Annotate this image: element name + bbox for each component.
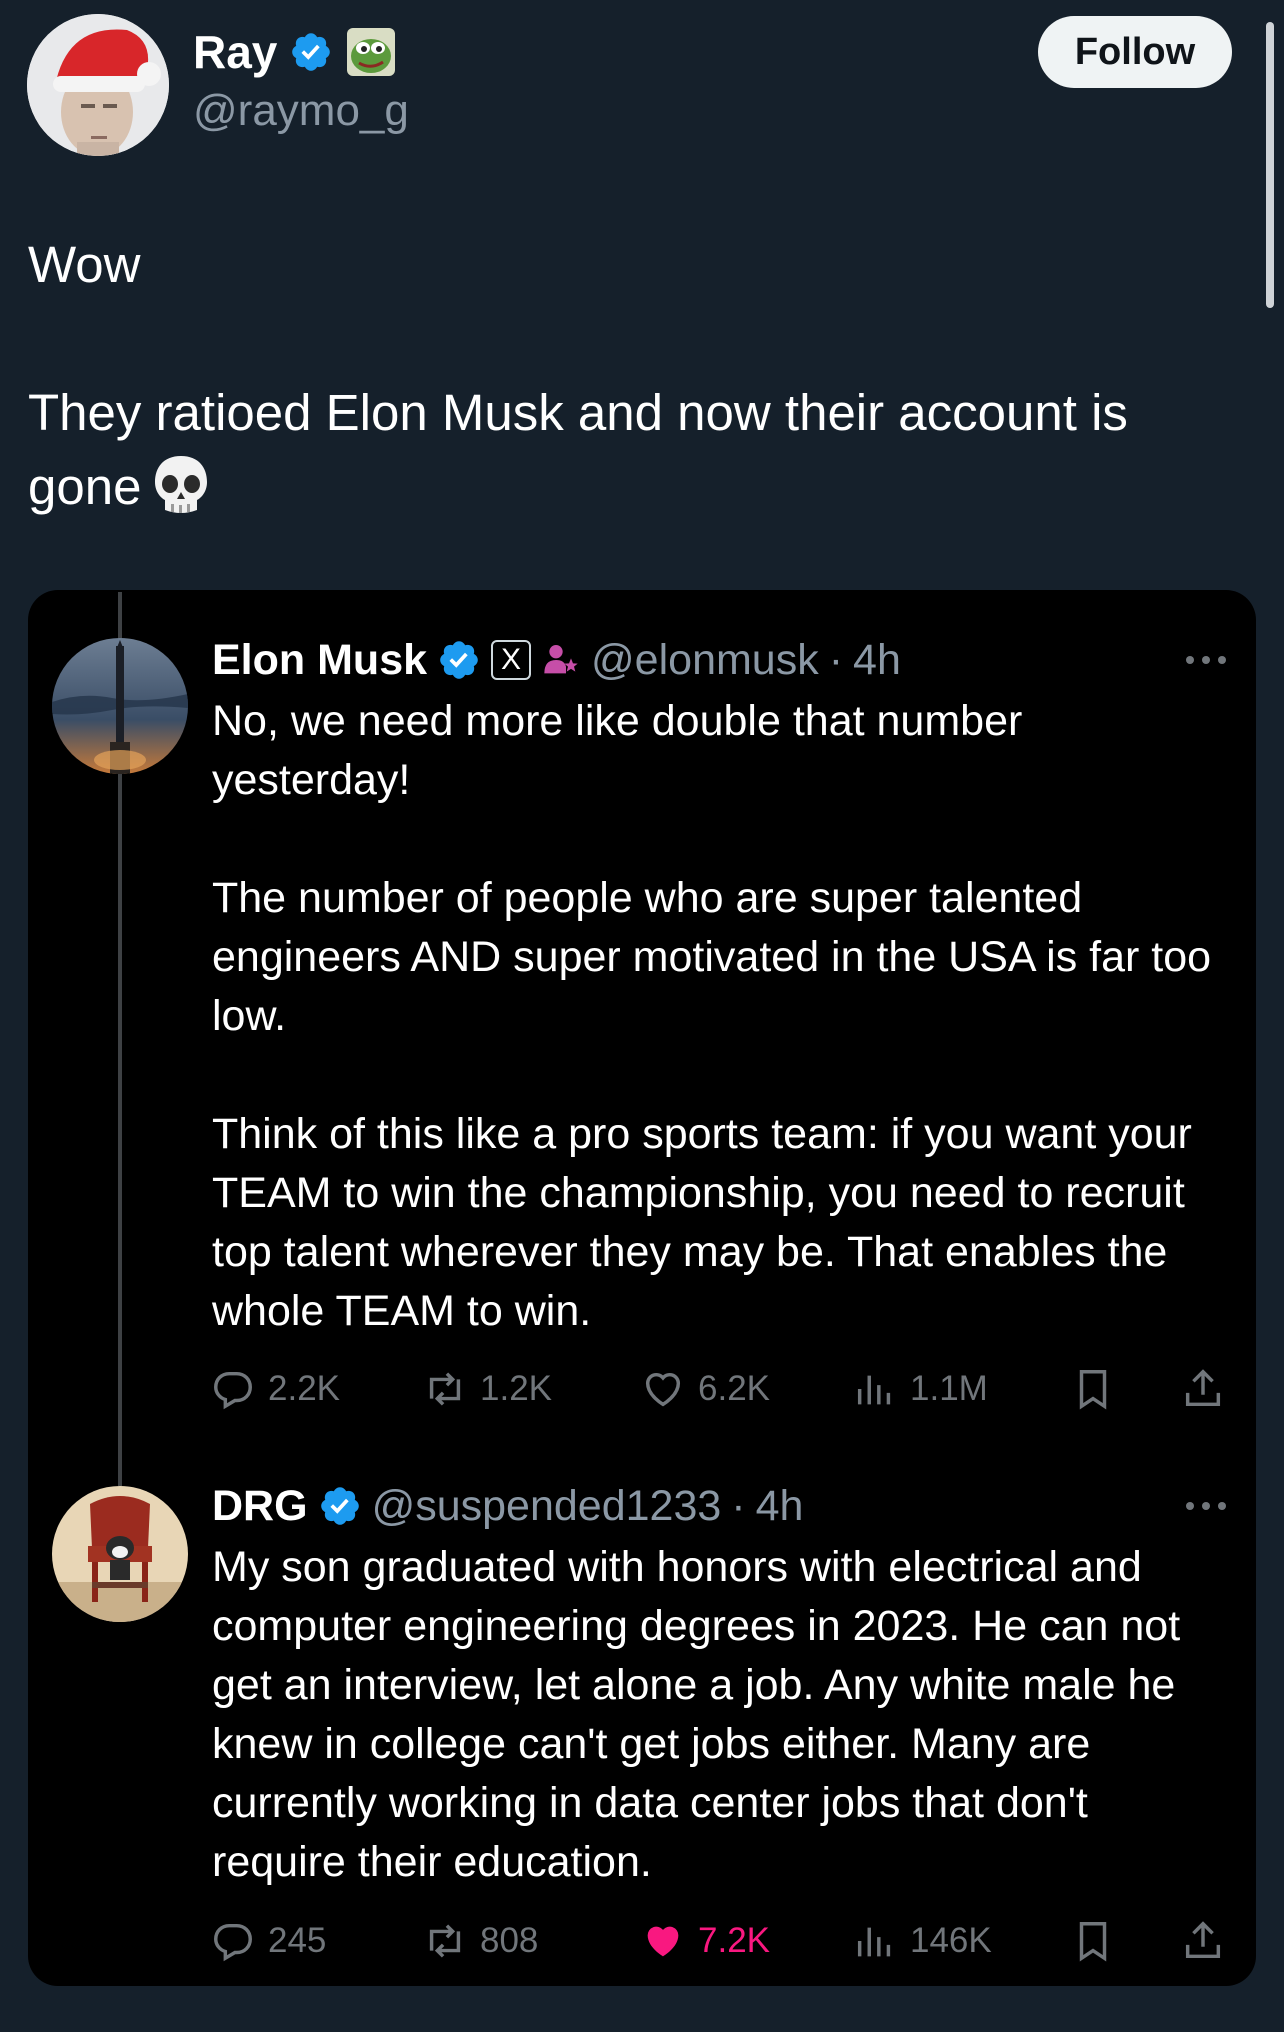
verified-badge-icon[interactable]	[318, 1484, 362, 1528]
verified-badge-icon[interactable]	[437, 638, 481, 682]
post-paragraph: My son graduated with honors with electr…	[212, 1543, 1181, 1886]
elon-action-bar: 2.2K 1.2K 6.2K 1.1M	[210, 1364, 1230, 1414]
post-paragraph: Think of this like a pro sports team: if…	[212, 1110, 1192, 1335]
skull-emoji-icon	[155, 456, 208, 513]
views-chart-icon	[857, 1375, 891, 1405]
like-button[interactable]: 7.2K	[640, 1916, 770, 1966]
repost-icon	[429, 1372, 461, 1406]
author-name[interactable]: DRG	[212, 1482, 308, 1531]
bookmark-icon	[1079, 1922, 1107, 1962]
author-handle[interactable]: @suspended1233	[372, 1482, 722, 1531]
views-count: 1.1M	[910, 1369, 988, 1408]
follow-button[interactable]: Follow	[1038, 16, 1232, 88]
bookmark-button[interactable]	[1070, 1916, 1116, 1966]
heart-icon	[645, 1372, 681, 1407]
more-options-icon[interactable]	[1184, 654, 1228, 666]
repost-icon	[429, 1924, 461, 1958]
x-affiliate-badge[interactable]: X	[491, 640, 532, 680]
share-button[interactable]	[1180, 1364, 1226, 1414]
reply-count: 245	[268, 1921, 327, 1960]
avatar-image	[52, 1486, 188, 1622]
avatar-image	[52, 638, 188, 774]
repost-count: 808	[480, 1921, 539, 1960]
bookmark-icon	[1079, 1370, 1107, 1410]
post-time[interactable]: 4h	[756, 1482, 804, 1531]
scrollbar[interactable]	[1266, 22, 1274, 308]
like-button[interactable]: 6.2K	[640, 1364, 770, 1414]
display-name[interactable]: Ray	[193, 25, 277, 79]
repost-count: 1.2K	[480, 1369, 552, 1408]
like-count: 6.2K	[698, 1369, 770, 1408]
views-button[interactable]: 146K	[852, 1916, 992, 1966]
drg-post-body: My son graduated with honors with electr…	[212, 1538, 1222, 1892]
reply-icon	[214, 1371, 252, 1410]
government-person-icon	[544, 645, 578, 674]
tweet-text: Wow They ratioed Elon Musk and now their…	[28, 228, 1248, 524]
avatar-image	[27, 14, 169, 156]
views-count: 146K	[910, 1921, 992, 1960]
separator-dot: ·	[828, 635, 844, 684]
user-handle[interactable]: @raymo_g	[193, 86, 409, 136]
heart-filled-icon	[647, 1926, 679, 1957]
avatar-drg[interactable]	[52, 1486, 188, 1622]
user-name-row: Ray	[193, 24, 397, 80]
verified-badge-icon[interactable]	[289, 30, 333, 74]
more-options-icon[interactable]	[1184, 1500, 1228, 1512]
share-icon	[1185, 1369, 1221, 1407]
reply-button[interactable]: 2.2K	[210, 1364, 340, 1414]
separator-dot: ·	[731, 1481, 746, 1530]
author-name[interactable]: Elon Musk	[212, 636, 427, 685]
post-paragraph: The number of people who are super talen…	[212, 874, 1212, 1040]
drg-header: DRG @suspended1233 · 4h	[212, 1478, 803, 1534]
tweet-line-2: They ratioed Elon Musk and now their acc…	[28, 376, 1248, 524]
share-icon	[1185, 1921, 1221, 1959]
repost-button[interactable]: 808	[422, 1916, 538, 1966]
avatar-elon[interactable]	[52, 638, 188, 774]
repost-button[interactable]: 1.2K	[422, 1364, 552, 1414]
reply-count: 2.2K	[268, 1369, 340, 1408]
avatar[interactable]	[27, 14, 169, 156]
reply-icon	[214, 1923, 252, 1962]
elon-post-body: No, we need more like double that number…	[212, 692, 1222, 1341]
elon-header: Elon Musk X @elonmusk · 4h	[212, 632, 901, 688]
author-handle[interactable]: @elonmusk	[591, 636, 819, 685]
views-button[interactable]: 1.1M	[852, 1364, 988, 1414]
bookmark-button[interactable]	[1070, 1364, 1116, 1414]
pepe-emoji-icon	[347, 28, 396, 76]
tweet-line-1: Wow	[28, 236, 141, 293]
views-chart-icon	[857, 1927, 891, 1957]
drg-action-bar: 245 808 7.2K 146K	[210, 1916, 1230, 1966]
like-count: 7.2K	[698, 1921, 770, 1960]
post-time[interactable]: 4h	[853, 636, 901, 685]
reply-button[interactable]: 245	[210, 1916, 326, 1966]
post-paragraph: No, we need more like double that number…	[212, 697, 1023, 804]
share-button[interactable]	[1180, 1916, 1226, 1966]
